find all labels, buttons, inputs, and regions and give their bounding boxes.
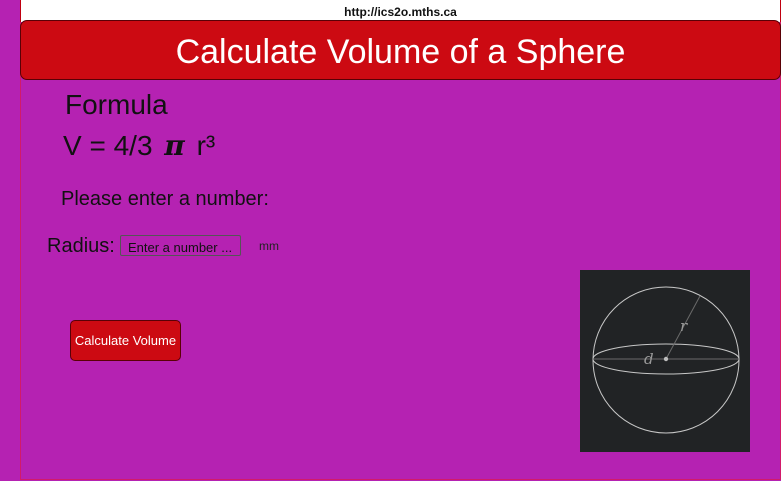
url-bar: http://ics2o.mths.ca bbox=[20, 0, 781, 22]
formula-text: V = 4/3 π r³ bbox=[63, 129, 215, 162]
sphere-center-dot bbox=[663, 356, 669, 362]
page-title: Calculate Volume of a Sphere bbox=[175, 33, 626, 71]
page-header: Calculate Volume of a Sphere bbox=[20, 20, 781, 80]
page: http://ics2o.mths.ca Calculate Volume of… bbox=[0, 0, 781, 481]
formula-heading: Formula bbox=[65, 89, 168, 120]
radius-label: Radius: bbox=[47, 235, 115, 257]
url-text: http://ics2o.mths.ca bbox=[344, 5, 457, 19]
calculate-volume-button[interactable]: Calculate Volume bbox=[70, 320, 181, 361]
sphere-diagram: r d bbox=[580, 270, 750, 452]
formula-prefix: V = 4/3 bbox=[63, 130, 161, 161]
input-prompt: Please enter a number: bbox=[61, 188, 269, 210]
radius-input[interactable] bbox=[120, 235, 241, 256]
formula-suffix: r³ bbox=[188, 130, 216, 161]
radius-symbol: r bbox=[680, 317, 688, 335]
sphere-illustration: r d bbox=[592, 286, 740, 434]
diameter-symbol: d bbox=[644, 350, 654, 368]
radius-unit: mm bbox=[259, 239, 279, 253]
pi-symbol: π bbox=[164, 129, 185, 162]
